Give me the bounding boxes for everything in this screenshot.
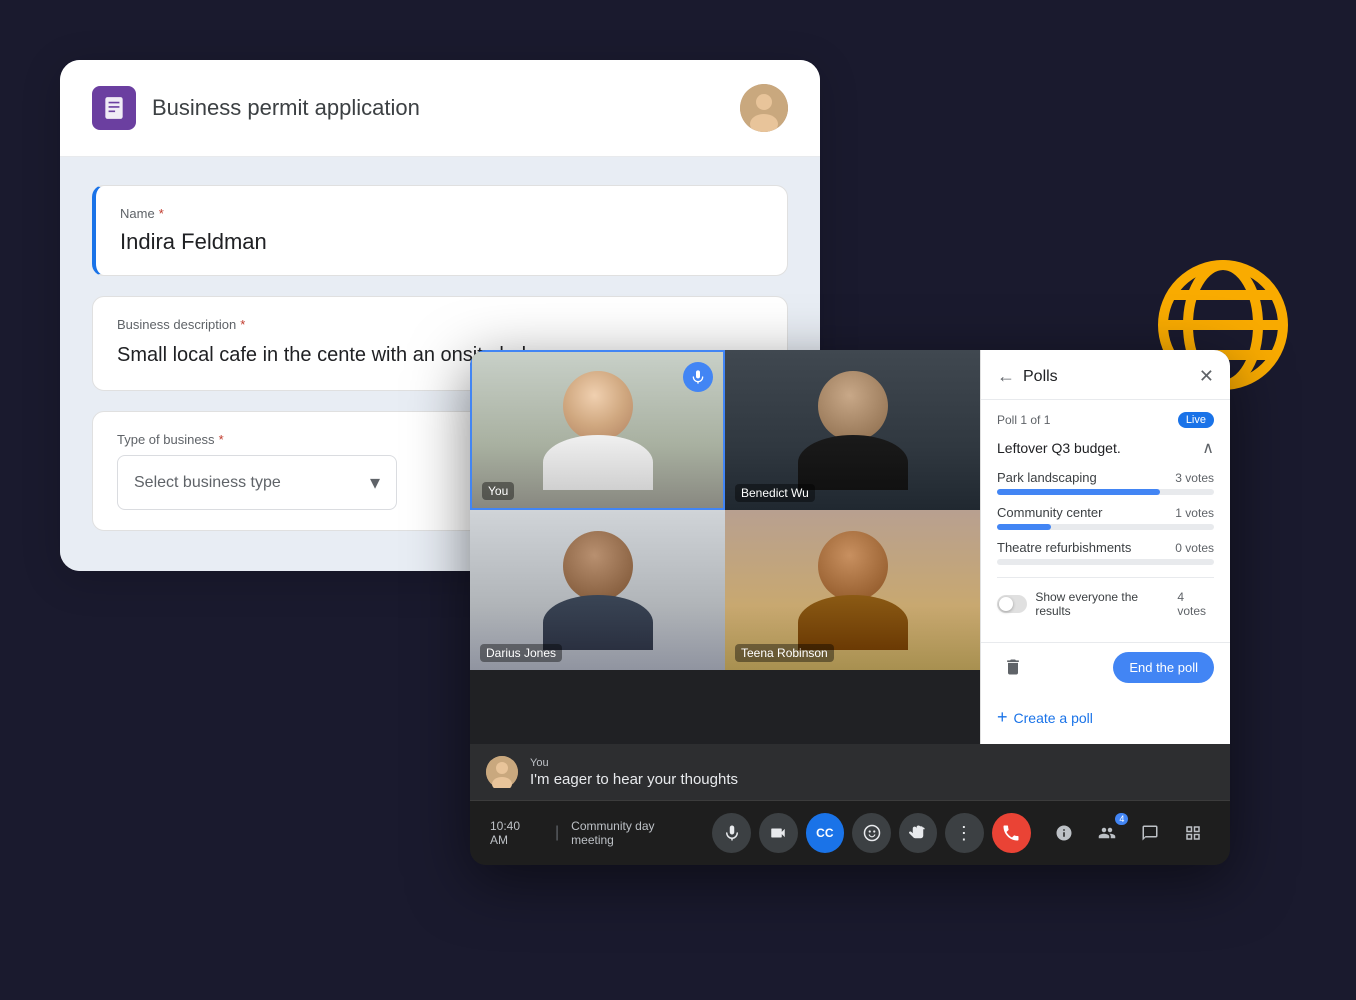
poll-option-label-1: Park landscaping <box>997 470 1097 485</box>
video-content-area: You Benedict Wu <box>470 350 1230 744</box>
video-label-darius: Darius Jones <box>480 644 562 662</box>
polls-back-button[interactable]: ← <box>997 366 1015 387</box>
poll-option-votes-2: 1 votes <box>1175 506 1214 520</box>
polls-panel: ← Polls ✕ Poll 1 of 1 Live Leftover Q3 b… <box>980 350 1230 744</box>
poll-counter-row: Poll 1 of 1 Live <box>997 412 1214 428</box>
form-user-avatar <box>740 84 788 132</box>
name-field[interactable]: Name * Indira Feldman <box>92 185 788 276</box>
live-badge: Live <box>1178 412 1214 428</box>
video-cell-darius: Darius Jones <box>470 510 725 670</box>
video-label-teena: Teena Robinson <box>735 644 834 662</box>
poll-bar-fill-2 <box>997 524 1051 530</box>
business-type-dropdown[interactable]: Select business type ▾ <box>117 455 397 510</box>
poll-bar-fill-1 <box>997 489 1160 495</box>
polls-header-left: ← Polls <box>997 366 1058 387</box>
emoji-button[interactable] <box>852 813 891 853</box>
video-label-you: You <box>482 482 514 500</box>
show-results-row: Show everyone the results 4 votes <box>997 590 1214 618</box>
video-cell-you: You <box>470 350 725 510</box>
polls-close-button[interactable]: ✕ <box>1199 366 1214 387</box>
video-label-benedict: Benedict Wu <box>735 484 815 502</box>
chevron-down-icon: ▾ <box>370 470 380 495</box>
name-field-value: Indira Feldman <box>120 229 763 255</box>
end-call-button[interactable] <box>992 813 1031 853</box>
chat-area: You I'm eager to hear your thoughts <box>470 744 1230 800</box>
video-call-card: You Benedict Wu <box>470 350 1230 865</box>
business-desc-required-star: * <box>240 317 245 332</box>
poll-option-3: Theatre refurbishments 0 votes <box>997 540 1214 565</box>
layout-button[interactable] <box>1175 815 1210 851</box>
toolbar-time: 10:40 AM <box>490 819 539 847</box>
create-poll-label: Create a poll <box>1014 710 1093 726</box>
polls-title: Polls <box>1023 368 1058 386</box>
show-results-toggle[interactable] <box>997 595 1027 613</box>
participants-button[interactable]: 4 <box>1090 815 1125 851</box>
chat-bubble: You I'm eager to hear your thoughts <box>530 757 738 788</box>
more-dots-icon: ⋮ <box>955 823 975 844</box>
poll-option-1: Park landscaping 3 votes <box>997 470 1214 495</box>
cc-label: CC <box>816 826 833 840</box>
poll-counter: Poll 1 of 1 <box>997 413 1050 427</box>
delete-poll-button[interactable] <box>997 651 1029 683</box>
chat-avatar <box>486 756 518 788</box>
hand-raise-button[interactable] <box>899 813 938 853</box>
form-header-left: Business permit application <box>92 86 420 130</box>
type-required-star: * <box>219 432 224 447</box>
poll-bar-bg-1 <box>997 489 1214 495</box>
business-description-label: Business description * <box>117 317 763 332</box>
chat-sender: You <box>530 757 738 769</box>
poll-option-label-3: Theatre refurbishments <box>997 540 1131 555</box>
end-poll-button[interactable]: End the poll <box>1113 652 1214 683</box>
polls-body: Poll 1 of 1 Live Leftover Q3 budget. ∧ P… <box>981 400 1230 642</box>
create-poll-plus-icon: + <box>997 707 1008 728</box>
video-cell-benedict: Benedict Wu <box>725 350 980 510</box>
chat-sidebar-button[interactable] <box>1132 815 1167 851</box>
create-poll-row[interactable]: + Create a poll <box>981 699 1230 744</box>
show-results-votes: 4 votes <box>1177 590 1214 618</box>
poll-question-row: Leftover Q3 budget. ∧ <box>997 438 1214 458</box>
mic-active-icon <box>683 362 713 392</box>
poll-option-2: Community center 1 votes <box>997 505 1214 530</box>
poll-collapse-icon[interactable]: ∧ <box>1202 438 1214 458</box>
poll-divider <box>997 577 1214 578</box>
video-toolbar: 10:40 AM | Community day meeting CC <box>470 800 1230 865</box>
poll-option-votes-1: 3 votes <box>1175 471 1214 485</box>
poll-option-label-2: Community center <box>997 505 1102 520</box>
mic-button[interactable] <box>712 813 751 853</box>
poll-option-votes-3: 0 votes <box>1175 541 1214 555</box>
form-header: Business permit application <box>60 60 820 157</box>
form-doc-icon <box>92 86 136 130</box>
more-options-button[interactable]: ⋮ <box>945 813 984 853</box>
select-placeholder: Select business type <box>134 474 281 492</box>
video-grid: You Benedict Wu <box>470 350 980 670</box>
polls-header: ← Polls ✕ <box>981 350 1230 400</box>
poll-bar-bg-3 <box>997 559 1214 565</box>
show-results-label: Show everyone the results <box>1035 590 1169 618</box>
poll-bar-bg-2 <box>997 524 1214 530</box>
form-title: Business permit application <box>152 95 420 121</box>
camera-button[interactable] <box>759 813 798 853</box>
info-button[interactable] <box>1047 815 1082 851</box>
name-required-star: * <box>159 206 164 221</box>
participants-count-badge: 4 <box>1115 813 1128 825</box>
toolbar-meeting-name: Community day meeting <box>571 819 696 847</box>
name-field-label: Name * <box>120 206 763 221</box>
chat-message: I'm eager to hear your thoughts <box>530 771 738 788</box>
video-cell-teena: Teena Robinson <box>725 510 980 670</box>
captions-button[interactable]: CC <box>806 813 845 853</box>
polls-footer: End the poll <box>981 642 1230 699</box>
toggle-knob <box>999 597 1013 611</box>
toolbar-separator: | <box>555 824 559 842</box>
poll-question: Leftover Q3 budget. <box>997 440 1121 456</box>
